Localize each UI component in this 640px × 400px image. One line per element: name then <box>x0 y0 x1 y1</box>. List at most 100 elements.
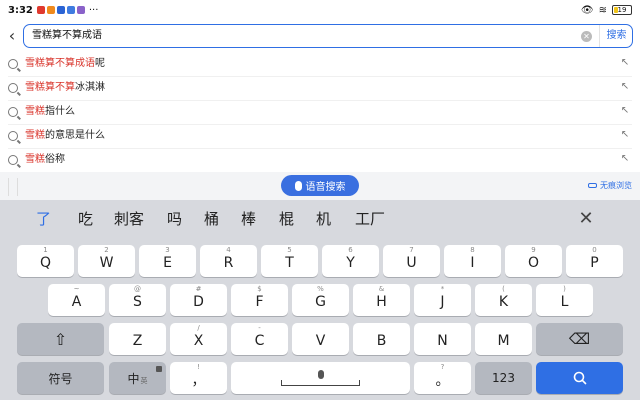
notification-icon <box>56 6 65 14</box>
language-switch-key[interactable]: 中英 <box>109 362 166 394</box>
key-o[interactable]: 9O <box>505 245 562 277</box>
globe-icon <box>156 366 162 372</box>
suggestion-rest: 的意思是什么 <box>45 130 105 141</box>
key-label: F <box>255 294 264 310</box>
numbers-label: 123 <box>492 371 515 385</box>
search-enter-key[interactable] <box>536 362 623 394</box>
key-r[interactable]: 4R <box>200 245 257 277</box>
suggestion-text: 雪糕算不算冰淇淋 <box>25 77 105 99</box>
suggestion-list: 雪糕算不算成语呢 ↖ 雪糕算不算冰淇淋 ↖ 雪糕指什么 ↖ 雪糕的意思是什么 ↖… <box>0 53 640 173</box>
candidate-word[interactable]: 棒 <box>241 210 256 228</box>
key-hint: 5 <box>287 246 292 254</box>
suggestion-item[interactable]: 雪糕算不算冰淇淋 ↖ <box>8 77 632 101</box>
incognito-icon <box>588 183 597 188</box>
candidate-word[interactable]: 了 <box>36 210 51 228</box>
key-y[interactable]: 6Y <box>322 245 379 277</box>
fill-arrow-icon[interactable]: ↖ <box>620 58 630 68</box>
key-label: C <box>254 333 265 349</box>
symbols-key[interactable]: 符号 <box>17 362 104 394</box>
candidate-word[interactable]: 机 <box>316 210 331 228</box>
search-icon <box>8 59 18 69</box>
incognito-toggle[interactable]: 无痕浏览 <box>588 180 632 191</box>
eye-icon: 👁 <box>580 4 594 16</box>
candidate-word[interactable]: 桶 <box>204 210 219 228</box>
key-c[interactable]: -C <box>231 323 288 355</box>
key-hint: - <box>258 324 261 332</box>
key-h[interactable]: & H <box>353 284 410 316</box>
key-u[interactable]: 7U <box>383 245 440 277</box>
clear-icon[interactable]: ✕ <box>581 31 592 42</box>
key-g[interactable]: % G <box>292 284 349 316</box>
notification-icon <box>76 6 85 14</box>
comma-key[interactable]: !， <box>170 362 227 394</box>
search-header: ‹ 雪糕算不算成语 ✕ 搜索 <box>0 22 640 50</box>
key-t[interactable]: 5T <box>261 245 318 277</box>
voice-search-label: 语音搜索 <box>305 182 346 193</box>
suggestion-rest: 俗称 <box>45 154 65 165</box>
key-label: U <box>406 255 417 271</box>
search-icon <box>8 131 18 141</box>
search-input[interactable]: 雪糕算不算成语 <box>32 25 102 47</box>
candidate-bar: 了 吃 刺客 吗 桶 棒 棍 机 工厂 ✕ <box>0 200 640 238</box>
close-candidates-icon[interactable]: ✕ <box>578 210 594 228</box>
notification-icon <box>36 6 45 14</box>
key-hint: / <box>197 324 200 332</box>
key-hint: 0 <box>592 246 597 254</box>
suggestion-item[interactable]: 雪糕指什么 ↖ <box>8 101 632 125</box>
key-d[interactable]: # D <box>170 284 227 316</box>
key-hint: ! <box>197 363 200 371</box>
key-n[interactable]: N <box>414 323 471 355</box>
search-icon <box>8 155 18 165</box>
suggestion-item[interactable]: 雪糕算不算成语呢 ↖ <box>8 53 632 77</box>
search-box[interactable]: 雪糕算不算成语 ✕ 搜索 <box>23 24 633 48</box>
candidate-word[interactable]: 棍 <box>279 210 294 228</box>
key-label: J <box>440 294 445 310</box>
key-label: X <box>193 333 204 349</box>
key-l[interactable]: ) L <box>536 284 593 316</box>
key-k[interactable]: (K <box>475 284 532 316</box>
space-icon <box>281 380 360 386</box>
backspace-key[interactable]: ⌫ <box>536 323 623 355</box>
suggestion-highlight: 雪糕算不算成语 <box>25 58 95 69</box>
voice-search-button[interactable]: 语音搜索 <box>281 175 359 196</box>
space-key[interactable] <box>231 362 410 394</box>
language-sub-label: 英 <box>140 377 148 385</box>
back-icon[interactable]: ‹ <box>4 26 20 46</box>
key-s[interactable]: @ S <box>109 284 166 316</box>
key-x[interactable]: / X <box>170 323 227 355</box>
numbers-key[interactable]: 123 <box>475 362 532 394</box>
key-hint: ( <box>502 285 505 293</box>
key-v[interactable]: V <box>292 323 349 355</box>
fill-arrow-icon[interactable]: ↖ <box>620 106 630 116</box>
suggestion-item[interactable]: 雪糕的意思是什么 ↖ <box>8 125 632 149</box>
key-label: Q <box>39 255 52 271</box>
key-m[interactable]: M <box>475 323 532 355</box>
suggestion-item[interactable]: 雪糕俗称 ↖ <box>8 149 632 173</box>
symbols-label: 符号 <box>48 371 73 386</box>
candidate-word[interactable]: 吃 <box>78 210 93 228</box>
fill-arrow-icon[interactable]: ↖ <box>620 130 630 140</box>
key-label: Y <box>346 255 355 271</box>
key-q[interactable]: 1Q <box>17 245 74 277</box>
search-button[interactable]: 搜索 <box>599 25 633 47</box>
key-z[interactable]: Z <box>109 323 166 355</box>
period-key[interactable]: ?。 <box>414 362 471 394</box>
voice-bar: 语音搜索 无痕浏览 <box>0 172 640 200</box>
suggestion-rest: 指什么 <box>45 106 75 117</box>
candidate-word[interactable]: 工厂 <box>355 210 385 228</box>
key-i[interactable]: 8I <box>444 245 501 277</box>
key-b[interactable]: B <box>353 323 410 355</box>
key-a[interactable]: ~ A <box>48 284 105 316</box>
drag-handle[interactable] <box>8 178 18 196</box>
fill-arrow-icon[interactable]: ↖ <box>620 154 630 164</box>
suggestion-text: 雪糕俗称 <box>25 149 65 171</box>
key-f[interactable]: $ F <box>231 284 288 316</box>
fill-arrow-icon[interactable]: ↖ <box>620 82 630 92</box>
key-w[interactable]: 2W <box>78 245 135 277</box>
candidate-word[interactable]: 吗 <box>167 210 182 228</box>
shift-key[interactable]: ⇧ <box>17 323 104 355</box>
key-p[interactable]: 0P <box>566 245 623 277</box>
key-j[interactable]: * J <box>414 284 471 316</box>
candidate-word[interactable]: 刺客 <box>114 210 144 228</box>
key-e[interactable]: 3E <box>139 245 196 277</box>
